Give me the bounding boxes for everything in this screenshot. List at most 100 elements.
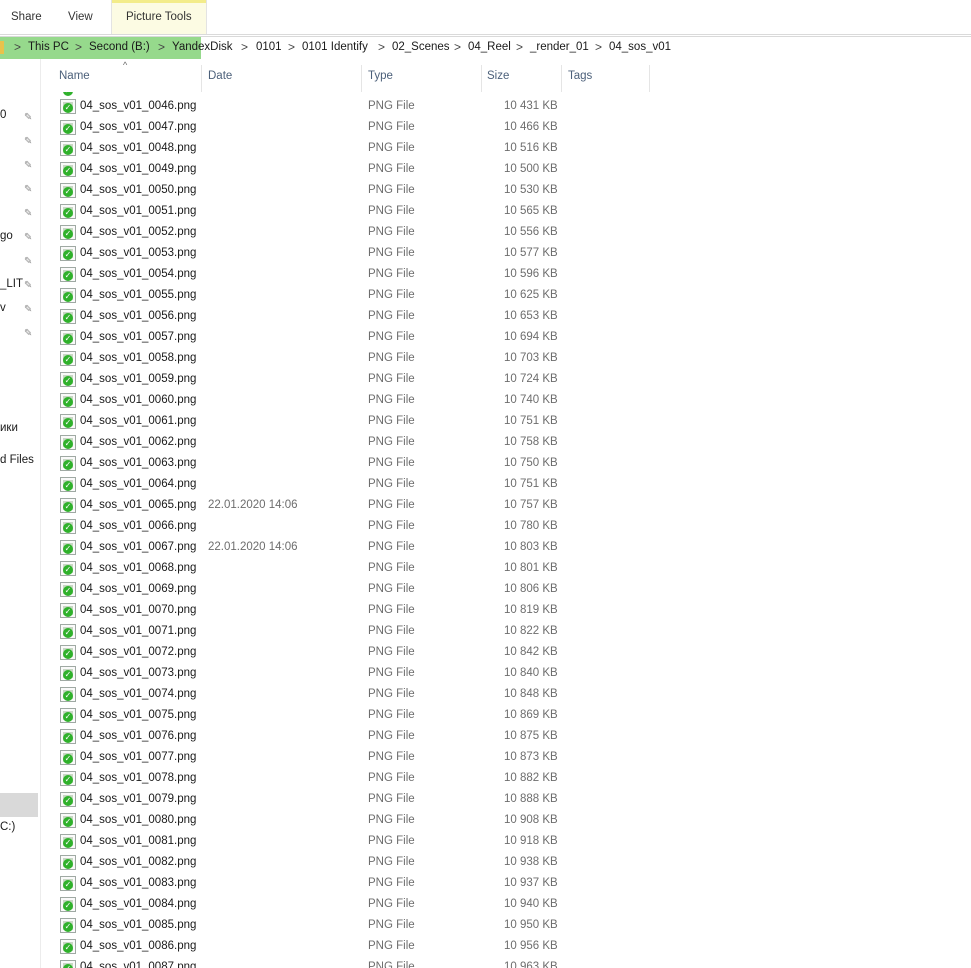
file-name[interactable]: 04_sos_v01_0057.png: [80, 331, 196, 343]
table-row[interactable]: ✓ 04_sos_v01_0083.png PNG File 10 937 KB: [41, 873, 971, 894]
breadcrumb-0101-identify[interactable]: 0101 Identify: [302, 41, 368, 53]
table-row[interactable]: ✓ 04_sos_v01_0069.png PNG File 10 806 KB: [41, 579, 971, 600]
file-name[interactable]: 04_sos_v01_0078.png: [80, 772, 196, 784]
table-row[interactable]: ✓ 04_sos_v01_0052.png PNG File 10 556 KB: [41, 222, 971, 243]
tab-view[interactable]: View: [68, 11, 93, 23]
pin-icon[interactable]: ✎: [24, 185, 34, 195]
pin-icon[interactable]: ✎: [24, 305, 34, 315]
table-row[interactable]: ✓ 04_sos_v01_0049.png PNG File 10 500 KB: [41, 159, 971, 180]
table-row[interactable]: ✓ 04_sos_v01_0073.png PNG File 10 840 KB: [41, 663, 971, 684]
table-row[interactable]: ✓ 04_sos_v01_0076.png PNG File 10 875 KB: [41, 726, 971, 747]
file-name[interactable]: 04_sos_v01_0080.png: [80, 814, 196, 826]
table-row[interactable]: ✓ 04_sos_v01_0067.png 22.01.2020 14:06 PNG …: [41, 537, 971, 558]
file-name[interactable]: 04_sos_v01_0072.png: [80, 646, 196, 658]
file-name[interactable]: 04_sos_v01_0071.png: [80, 625, 196, 637]
chevron-right-icon[interactable]: >: [158, 40, 165, 54]
file-name[interactable]: 04_sos_v01_0087.png: [80, 961, 196, 968]
column-resize-handle[interactable]: [481, 65, 482, 92]
table-row[interactable]: ✓ 04_sos_v01_0084.png PNG File 10 940 KB: [41, 894, 971, 915]
table-row[interactable]: ✓ 04_sos_v01_0070.png PNG File 10 819 KB: [41, 600, 971, 621]
table-row[interactable]: ✓ 04_sos_v01_0080.png PNG File 10 908 KB: [41, 810, 971, 831]
file-name[interactable]: 04_sos_v01_0058.png: [80, 352, 196, 364]
file-name[interactable]: 04_sos_v01_0059.png: [80, 373, 196, 385]
table-row[interactable]: ✓ 04_sos_v01_0057.png PNG File 10 694 KB: [41, 327, 971, 348]
file-name[interactable]: 04_sos_v01_0060.png: [80, 394, 196, 406]
nav-item-partial[interactable]: C:): [0, 821, 15, 833]
table-row[interactable]: ✓ 04_sos_v01_0061.png PNG File 10 751 KB: [41, 411, 971, 432]
navigation-pane[interactable]: 0 ✎ ✎ ✎ ✎ ✎ go ✎ ✎ _LIT ✎ v ✎ ✎ ики d Fi…: [0, 59, 40, 968]
table-row[interactable]: ✓ 04_sos_v01_0068.png PNG File 10 801 KB: [41, 558, 971, 579]
table-row[interactable]: ✓ 04_sos_v01_0079.png PNG File 10 888 KB: [41, 789, 971, 810]
breadcrumb-reel[interactable]: 04_Reel: [468, 41, 511, 53]
file-name[interactable]: 04_sos_v01_0051.png: [80, 205, 196, 217]
column-resize-handle[interactable]: [201, 65, 202, 92]
table-row[interactable]: ✓ 04_sos_v01_0074.png PNG File 10 848 KB: [41, 684, 971, 705]
table-row[interactable]: ✓ 04_sos_v01_0064.png PNG File 10 751 KB: [41, 474, 971, 495]
table-row[interactable]: ✓ 04_sos_v01_0047.png PNG File 10 466 KB: [41, 117, 971, 138]
column-resize-handle[interactable]: [361, 65, 362, 92]
column-resize-handle[interactable]: [561, 65, 562, 92]
pin-icon[interactable]: ✎: [24, 329, 34, 339]
file-name[interactable]: 04_sos_v01_0081.png: [80, 835, 196, 847]
file-name[interactable]: 04_sos_v01_0084.png: [80, 898, 196, 910]
table-row[interactable]: ✓ 04_sos_v01_0063.png PNG File 10 750 KB: [41, 453, 971, 474]
table-row[interactable]: ✓ 04_sos_v01_0082.png PNG File 10 938 KB: [41, 852, 971, 873]
file-name[interactable]: 04_sos_v01_0064.png: [80, 478, 196, 490]
file-name[interactable]: 04_sos_v01_0067.png: [80, 541, 196, 553]
pin-icon[interactable]: ✎: [24, 113, 34, 123]
column-header-name[interactable]: Name: [59, 70, 90, 82]
nav-item-selected[interactable]: [0, 793, 38, 817]
chevron-right-icon[interactable]: >: [288, 40, 295, 54]
breadcrumb-this-pc[interactable]: This PC: [28, 41, 69, 53]
file-name[interactable]: 04_sos_v01_0065.png: [80, 499, 196, 511]
table-row[interactable]: ✓ 04_sos_v01_0050.png PNG File 10 530 KB: [41, 180, 971, 201]
address-bar[interactable]: > This PC > Second (B:) > YandexDisk > 0…: [0, 36, 971, 60]
table-row[interactable]: ✓ 04_sos_v01_0048.png PNG File 10 516 KB: [41, 138, 971, 159]
file-name[interactable]: 04_sos_v01_0082.png: [80, 856, 196, 868]
file-name[interactable]: 04_sos_v01_0052.png: [80, 226, 196, 238]
column-header-type[interactable]: Type: [368, 70, 393, 82]
file-name[interactable]: 04_sos_v01_0048.png: [80, 142, 196, 154]
nav-item-partial[interactable]: d Files: [0, 454, 34, 466]
file-name[interactable]: 04_sos_v01_0061.png: [80, 415, 196, 427]
breadcrumb-yandexdisk[interactable]: YandexDisk: [172, 41, 233, 53]
pin-icon[interactable]: ✎: [24, 161, 34, 171]
file-name[interactable]: 04_sos_v01_0062.png: [80, 436, 196, 448]
table-row[interactable]: ✓ 04_sos_v01_0054.png PNG File 10 596 KB: [41, 264, 971, 285]
pin-icon[interactable]: ✎: [24, 209, 34, 219]
file-name[interactable]: 04_sos_v01_0063.png: [80, 457, 196, 469]
table-row[interactable]: ✓ 04_sos_v01_0071.png PNG File 10 822 KB: [41, 621, 971, 642]
file-name[interactable]: 04_sos_v01_0068.png: [80, 562, 196, 574]
nav-item-partial[interactable]: v: [0, 302, 6, 314]
file-name[interactable]: 04_sos_v01_0073.png: [80, 667, 196, 679]
file-name[interactable]: 04_sos_v01_0076.png: [80, 730, 196, 742]
breadcrumb-scenes[interactable]: 02_Scenes: [392, 41, 450, 53]
table-row[interactable]: ✓ 04_sos_v01_0056.png PNG File 10 653 KB: [41, 306, 971, 327]
file-name[interactable]: 04_sos_v01_0050.png: [80, 184, 196, 196]
file-name[interactable]: 04_sos_v01_0086.png: [80, 940, 196, 952]
table-row[interactable]: ✓ 04_sos_v01_0066.png PNG File 10 780 KB: [41, 516, 971, 537]
column-resize-handle[interactable]: [649, 65, 650, 92]
table-row[interactable]: ✓ 04_sos_v01_0060.png PNG File 10 740 KB: [41, 390, 971, 411]
file-name[interactable]: 04_sos_v01_0070.png: [80, 604, 196, 616]
pin-icon[interactable]: ✎: [24, 233, 34, 243]
table-row[interactable]: ✓ 04_sos_v01_0078.png PNG File 10 882 KB: [41, 768, 971, 789]
file-name[interactable]: 04_sos_v01_0085.png: [80, 919, 196, 931]
table-row[interactable]: ✓ 04_sos_v01_0053.png PNG File 10 577 KB: [41, 243, 971, 264]
file-name[interactable]: 04_sos_v01_0077.png: [80, 751, 196, 763]
nav-item-partial[interactable]: ики: [0, 422, 18, 434]
column-header-size[interactable]: Size: [487, 70, 509, 82]
pin-icon[interactable]: ✎: [24, 137, 34, 147]
pin-icon[interactable]: ✎: [24, 281, 34, 291]
pin-icon[interactable]: ✎: [24, 257, 34, 267]
file-name[interactable]: 04_sos_v01_0056.png: [80, 310, 196, 322]
chevron-right-icon[interactable]: >: [75, 40, 82, 54]
table-row[interactable]: ✓ 04_sos_v01_0087.png PNG File 10 963 KB: [41, 957, 971, 968]
breadcrumb-render[interactable]: _render_01: [530, 41, 589, 53]
table-row[interactable]: ✓ 04_sos_v01_0055.png PNG File 10 625 KB: [41, 285, 971, 306]
nav-item-partial[interactable]: 0: [0, 109, 6, 121]
tab-share[interactable]: Share: [11, 11, 42, 23]
file-name[interactable]: 04_sos_v01_0049.png: [80, 163, 196, 175]
chevron-right-icon[interactable]: >: [454, 40, 461, 54]
nav-item-partial[interactable]: go: [0, 230, 13, 242]
